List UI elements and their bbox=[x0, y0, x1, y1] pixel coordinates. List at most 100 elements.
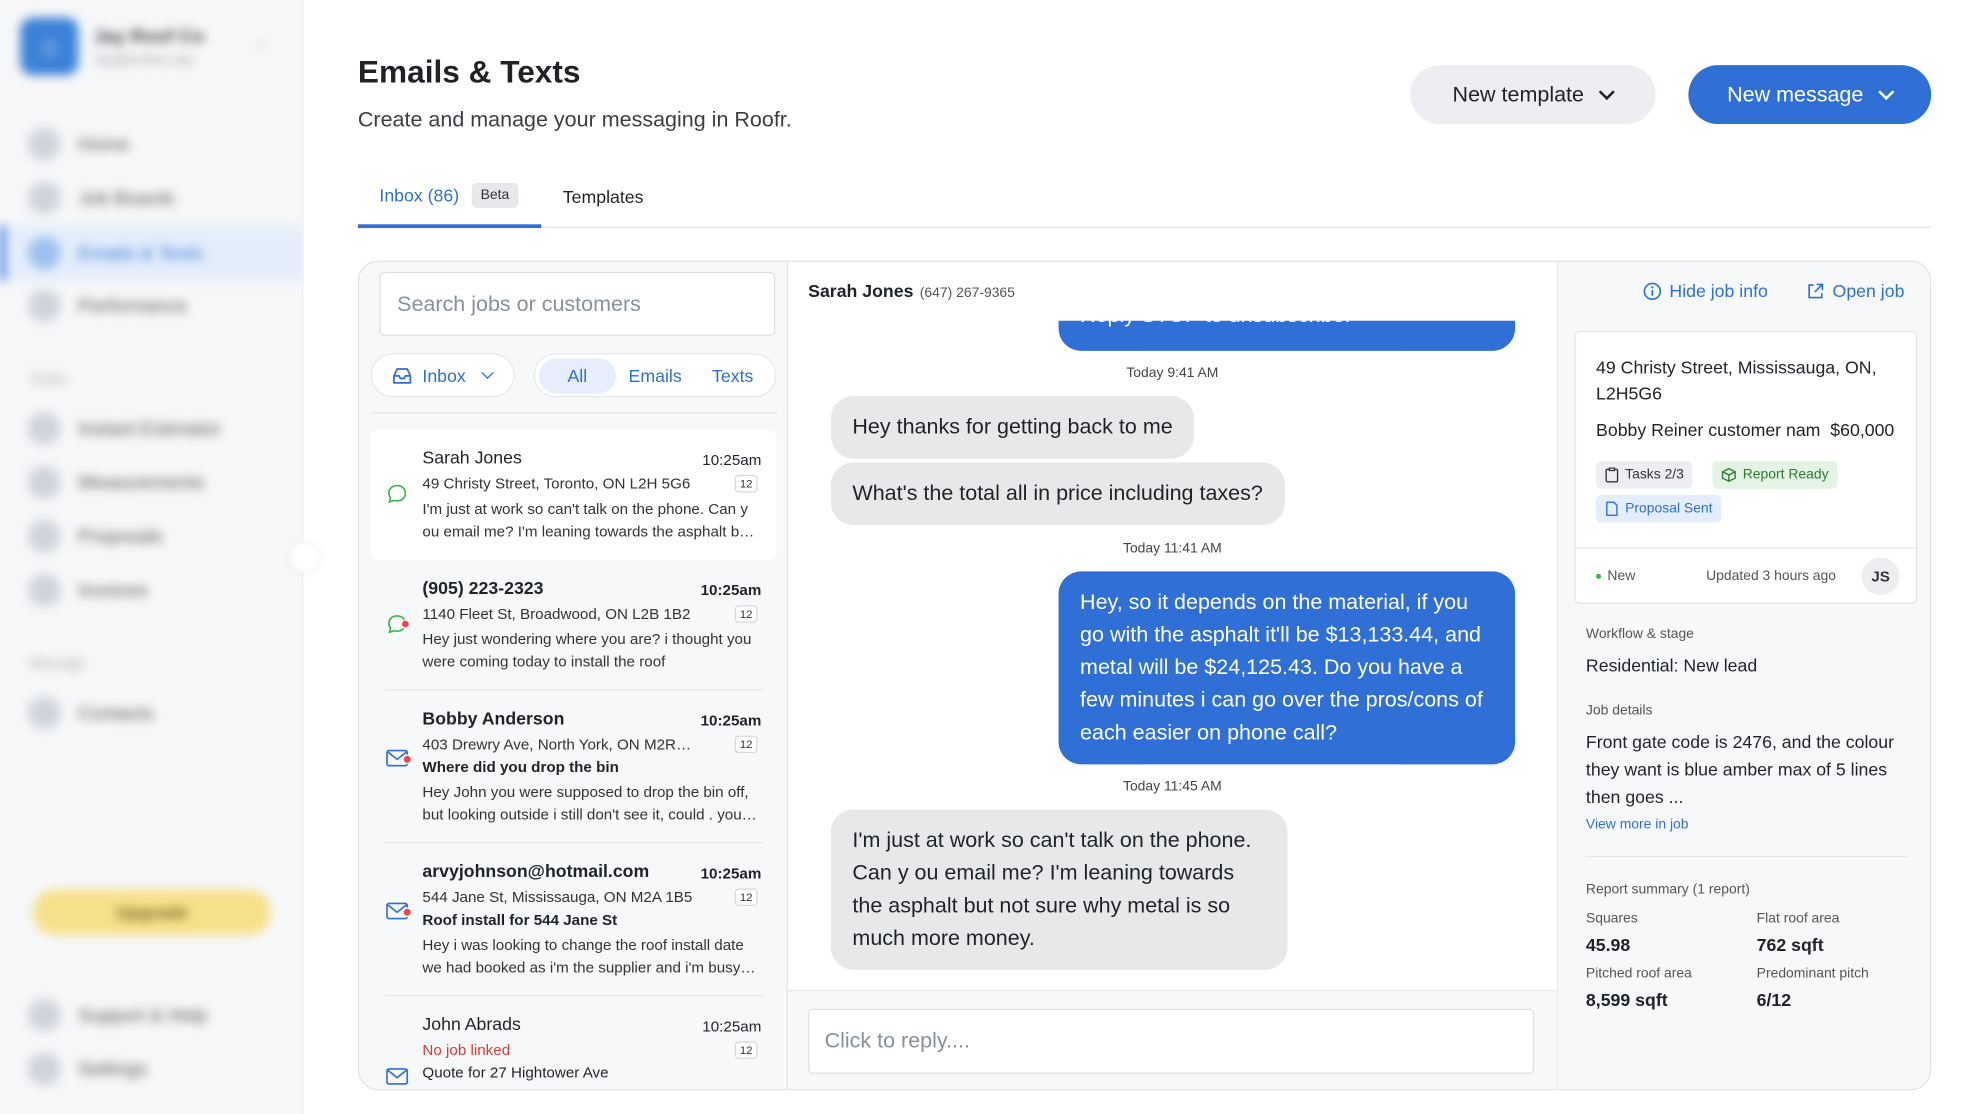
sidebar-item-label: Invoices bbox=[78, 579, 149, 601]
list-item[interactable]: (905) 223-2323 10:25am 12 1140 Fleet St,… bbox=[371, 560, 777, 690]
conversation-address: 1140 Fleet St, Broadwood, ON L2B 1B2 bbox=[422, 605, 691, 623]
sidebar-item-proposals[interactable]: Proposals bbox=[27, 520, 163, 553]
sidebar-item-support[interactable]: Support & Help bbox=[27, 998, 207, 1032]
job-amount: $60,000 bbox=[1830, 419, 1895, 440]
sidebar-item-measurements[interactable]: Measurements bbox=[27, 466, 204, 499]
sidebar-item-home[interactable]: Home bbox=[27, 127, 130, 161]
message-count-badge: 12 bbox=[734, 1041, 758, 1059]
tab-inbox-label: Inbox (86) bbox=[379, 185, 460, 206]
message-bubble-outgoing: Reply STOP to unsubscribe. bbox=[1058, 320, 1516, 351]
chevron-down-icon bbox=[1599, 83, 1616, 100]
flat-roof-label: Flat roof area bbox=[1756, 911, 1840, 927]
conversation-list: Inbox All Emails Texts Sarah Jones 10:25… bbox=[359, 261, 788, 1089]
sidebar-item-label: Proposals bbox=[78, 525, 163, 547]
chat-icon bbox=[27, 236, 61, 270]
filter-all[interactable]: All bbox=[538, 358, 616, 394]
conversation-preview: Hey i was looking to change the roof ins… bbox=[422, 936, 744, 977]
list-item[interactable]: Sarah Jones 10:25am 12 49 Christy Street… bbox=[370, 429, 777, 561]
job-updated: Updated 3 hours ago bbox=[1706, 568, 1837, 584]
beta-badge: Beta bbox=[471, 182, 519, 209]
list-item[interactable]: John Abrads 10:25am 12 No job linked Quo… bbox=[371, 996, 777, 1089]
pitched-roof-label: Pitched roof area bbox=[1585, 966, 1692, 982]
job-details-label: Job details bbox=[1585, 702, 1653, 719]
chevron-down-icon bbox=[481, 366, 495, 379]
message-count-badge: 12 bbox=[734, 735, 758, 754]
status-dot-icon bbox=[1596, 573, 1602, 579]
chat-bubble-icon bbox=[388, 484, 407, 504]
info-icon bbox=[1643, 282, 1662, 300]
card-divider bbox=[1575, 547, 1917, 549]
no-job-linked-label: No job linked bbox=[422, 1041, 511, 1059]
sidebar-item-instant-estimator[interactable]: Instant Estimator bbox=[27, 412, 221, 445]
sidebar-item-contacts[interactable]: Contacts bbox=[27, 696, 153, 730]
message-bubble-incoming: I'm just at work so can't talk on the ph… bbox=[830, 809, 1288, 970]
job-details-value: Front gate code is 2476, and the colour … bbox=[1585, 731, 1895, 807]
org-name: Jay Roof Co bbox=[93, 25, 205, 47]
mail-unread-icon bbox=[386, 902, 413, 920]
inbox-panel: Inbox All Emails Texts Sarah Jones 10:25… bbox=[357, 260, 1932, 1091]
proposal-sent-label: Proposal Sent bbox=[1625, 501, 1713, 517]
filter-texts[interactable]: Texts bbox=[712, 366, 753, 386]
message-bubble-outgoing: Hey, so it depends on the material, if y… bbox=[1058, 571, 1516, 765]
filter-emails[interactable]: Emails bbox=[629, 366, 682, 386]
sidebar-collapse-button[interactable] bbox=[288, 541, 322, 574]
search-input[interactable] bbox=[379, 271, 776, 336]
thread-header: Sarah Jones (647) 267-9365 bbox=[808, 281, 1015, 301]
hide-job-info-button[interactable]: Hide job info bbox=[1643, 281, 1768, 301]
message-timestamp: Today 9:41 AM bbox=[1126, 365, 1219, 381]
message-timestamp: Today 11:45 AM bbox=[1122, 779, 1222, 795]
open-job-label: Open job bbox=[1832, 280, 1905, 301]
person-icon bbox=[27, 696, 61, 730]
inbox-dropdown[interactable]: Inbox bbox=[370, 353, 515, 398]
view-more-link[interactable]: View more in job bbox=[1586, 817, 1689, 832]
page-subtitle: Create and manage your messaging in Roof… bbox=[357, 107, 792, 132]
conversation-subject: Where did you drop the bin bbox=[422, 758, 619, 776]
job-customer: Bobby Reiner customer nam $60,000 bbox=[1596, 420, 1894, 440]
pitched-roof-value: 8,599 sqft bbox=[1585, 989, 1668, 1010]
channel-filter: All Emails Texts bbox=[533, 353, 777, 398]
sidebar-item-performance[interactable]: Performance bbox=[27, 289, 188, 323]
predominant-pitch-label: Predominant pitch bbox=[1756, 966, 1869, 982]
reply-input[interactable] bbox=[808, 1008, 1535, 1074]
org-logo-icon: ⌂ bbox=[20, 17, 79, 76]
inbox-dropdown-label: Inbox bbox=[422, 365, 466, 386]
thread-contact-name: Sarah Jones bbox=[808, 280, 914, 301]
sidebar-item-label: Instant Estimator bbox=[78, 417, 221, 440]
message-bubble-incoming: Hey thanks for getting back to me bbox=[830, 395, 1195, 459]
document-icon bbox=[1606, 501, 1618, 516]
conversation-time: 10:25am bbox=[700, 711, 762, 730]
mail-icon bbox=[386, 1068, 409, 1085]
report-summary-label: Report summary (1 report) bbox=[1585, 882, 1750, 898]
workflow-value: Residential: New lead bbox=[1585, 655, 1758, 676]
upgrade-button[interactable]: Upgrade bbox=[32, 889, 271, 935]
chat-bubble-unread-icon bbox=[388, 615, 411, 634]
avatar: JS bbox=[1861, 557, 1900, 596]
sidebar-item-label: Performance bbox=[78, 295, 188, 317]
tabs-divider bbox=[357, 226, 1932, 229]
report-ready-badge: Report Ready bbox=[1712, 461, 1838, 489]
org-email: Jay@roofco.org bbox=[93, 52, 192, 68]
sidebar-item-settings[interactable]: Settings bbox=[27, 1052, 147, 1086]
squares-value: 45.98 bbox=[1585, 934, 1631, 955]
home-icon bbox=[27, 127, 61, 161]
org-switcher[interactable]: ⌂ Jay Roof Co Jay@roofco.org bbox=[20, 17, 205, 76]
proposal-sent-badge: Proposal Sent bbox=[1596, 494, 1722, 523]
conversation-time: 10:25am bbox=[702, 451, 762, 469]
job-customer-name: Bobby Reiner customer nam bbox=[1596, 419, 1821, 440]
sidebar-item-job-boards[interactable]: Job Boards bbox=[27, 181, 175, 215]
messages-scroll-area[interactable]: Reply STOP to unsubscribe. Today 9:41 AM… bbox=[787, 320, 1557, 990]
sidebar-item-invoices[interactable]: Invoices bbox=[27, 573, 149, 607]
sidebar-item-label: Home bbox=[78, 133, 130, 155]
job-card[interactable]: 49 Christy Street, Mississauga, ON, L2H5… bbox=[1574, 330, 1918, 604]
new-message-button[interactable]: New message bbox=[1688, 65, 1932, 125]
new-template-button[interactable]: New template bbox=[1410, 65, 1656, 125]
clipboard-icon bbox=[1605, 467, 1619, 483]
sidebar-item-emails-texts[interactable]: Emails & Texts bbox=[0, 225, 303, 281]
sidebar: ⌂ Jay Roof Co Jay@roofco.org ⌃ Home Job … bbox=[0, 0, 304, 1114]
open-job-button[interactable]: Open job bbox=[1806, 281, 1904, 301]
conversation-preview: Hey John you were supposed to drop the b… bbox=[422, 783, 749, 824]
list-item[interactable]: arvyjohnson@hotmail.com 10:25am 12 544 J… bbox=[371, 843, 777, 996]
list-item[interactable]: Bobby Anderson 10:25am 12 403 Drewry Ave… bbox=[371, 690, 777, 843]
tab-inbox[interactable]: Inbox (86) Beta bbox=[357, 178, 542, 229]
tab-templates[interactable]: Templates bbox=[563, 187, 644, 207]
